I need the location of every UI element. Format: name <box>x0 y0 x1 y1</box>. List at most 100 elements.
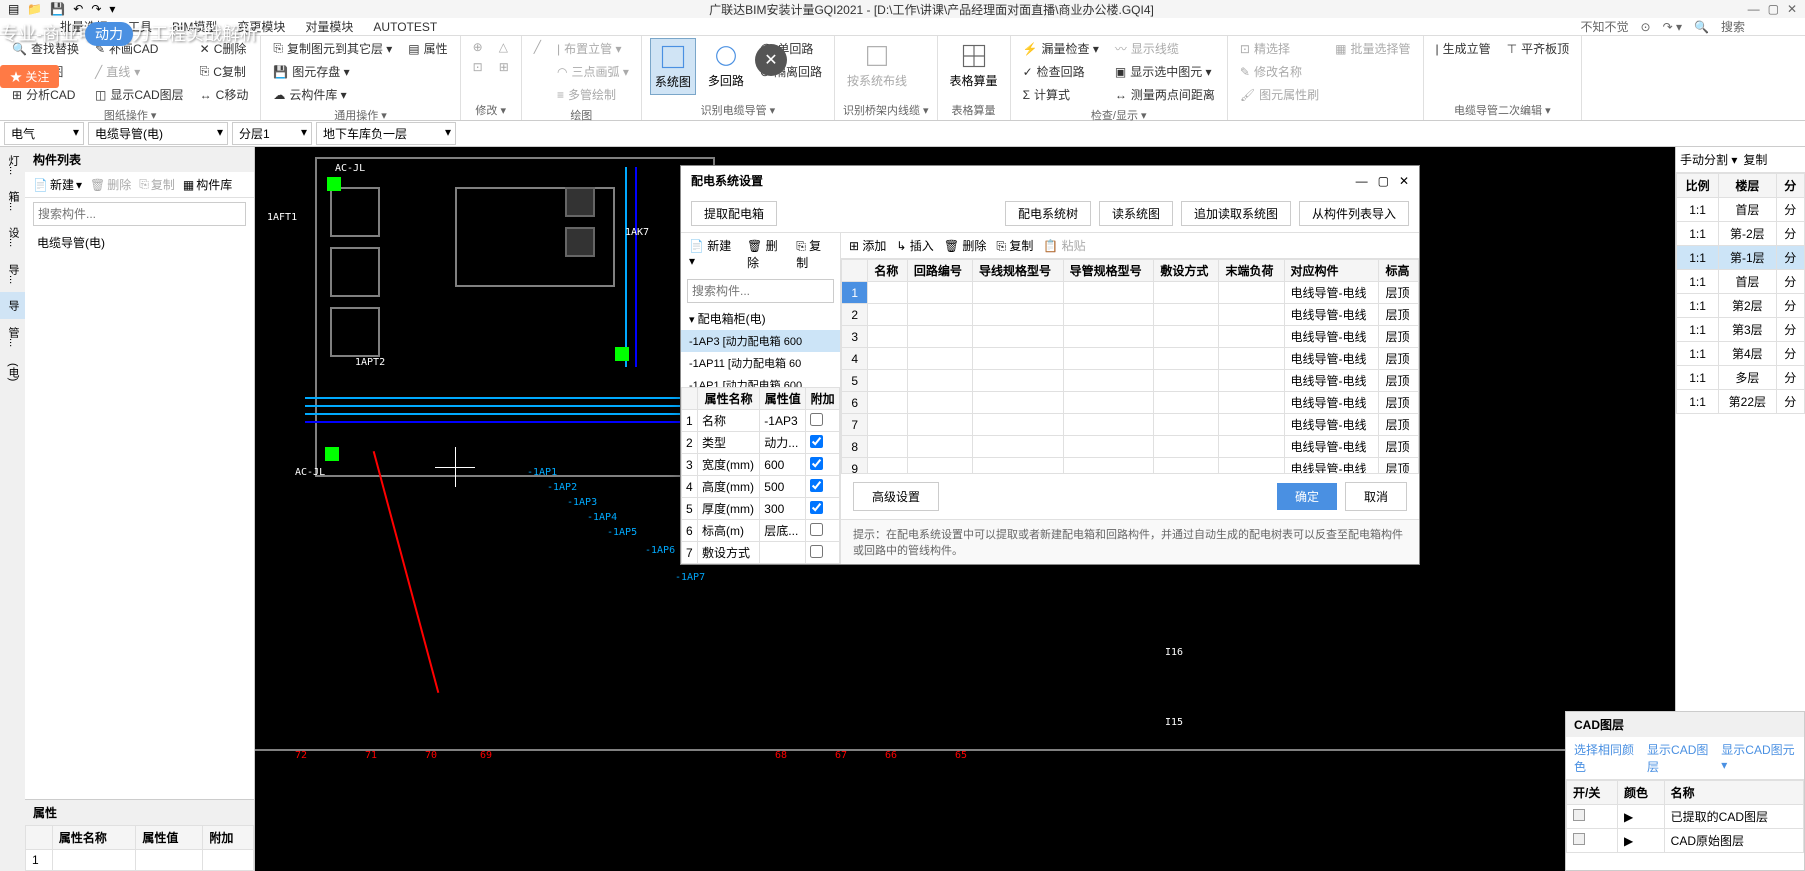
graph-attr-button[interactable]: 🖌 图元属性刷 <box>1236 84 1323 105</box>
attention-button[interactable]: ★ 关注 <box>0 65 59 88</box>
open-icon[interactable]: 📁 <box>27 2 42 16</box>
grid-row[interactable]: 3电线导管-电线层顶 <box>842 326 1419 348</box>
mod-btn-2[interactable]: ⊡ <box>469 58 487 76</box>
discipline-dropdown[interactable]: 电气 <box>4 122 84 145</box>
calc-button[interactable]: Σ 计算式 <box>1019 84 1103 105</box>
prop-row[interactable]: 7敷设方式 <box>682 542 840 564</box>
grid-row[interactable]: 8电线导管-电线层顶 <box>842 436 1419 458</box>
prop-checkbox[interactable] <box>810 435 823 448</box>
layer-row-0[interactable]: ▶ 已提取的CAD图层 <box>1567 805 1804 829</box>
arrow-icon[interactable]: ↷ ▾ <box>1663 20 1682 34</box>
extract-box-button[interactable]: 提取配电箱 <box>691 201 777 226</box>
rg-label-bridge[interactable]: 识别桥架内线缆 ▾ <box>843 100 929 118</box>
batch-select-button[interactable]: ▦ 批量选择管 <box>1331 38 1414 59</box>
rg-label-identify[interactable]: 识别电缆导管 ▾ <box>650 100 826 118</box>
grid-row[interactable]: 9电线导管-电线层顶 <box>842 458 1419 474</box>
rg-label-table[interactable]: 表格算量 <box>946 100 1002 118</box>
component-tree-item-0[interactable]: 电缆导管(电) <box>25 230 254 255</box>
ok-button[interactable]: 确定 <box>1277 483 1337 510</box>
show-cad-element-link[interactable]: 显示CAD图元 ▾ <box>1721 741 1796 775</box>
dialog-maximize-icon[interactable]: ▢ <box>1378 174 1389 188</box>
prop-row[interactable]: 1名称-1AP3 <box>682 410 840 432</box>
floor-row[interactable]: 1:1第-1层分 <box>1677 246 1805 270</box>
paste-row-button[interactable]: 📋 粘贴 <box>1043 237 1085 254</box>
help-icon[interactable]: ⊙ <box>1641 20 1651 34</box>
floor-row[interactable]: 1:1第3层分 <box>1677 318 1805 342</box>
close-icon[interactable]: ✕ <box>1787 2 1797 16</box>
rg-label-check[interactable]: 检查/显示 ▾ <box>1019 105 1219 123</box>
grid-row[interactable]: 2电线导管-电线层顶 <box>842 304 1419 326</box>
floor-row[interactable]: 1:1第22层分 <box>1677 390 1805 414</box>
c-move-button[interactable]: ↔ C移动 <box>196 84 253 105</box>
layer-toggle-icon[interactable] <box>1573 809 1585 821</box>
component-dropdown[interactable]: 电缆导管(电) <box>88 122 228 145</box>
dlg-new-button[interactable]: 📄 新建 ▾ <box>689 237 739 271</box>
dialog-minimize-icon[interactable]: — <box>1356 174 1368 188</box>
from-lib-button[interactable]: 从构件列表导入 <box>1299 201 1409 226</box>
show-select-button[interactable]: 〰 显示线缆 <box>1111 38 1219 59</box>
floor-row[interactable]: 1:1第2层分 <box>1677 294 1805 318</box>
by-system-button[interactable]: 按系统布线 <box>843 38 911 93</box>
tree-item-2[interactable]: -1AP1 [动力配电箱 600 <box>681 374 840 387</box>
floor-copy-button[interactable]: 复制 <box>1743 151 1767 168</box>
rg-label-secondary[interactable]: 电缆导管二次编辑 ▾ <box>1432 100 1574 118</box>
floor-row[interactable]: 1:1多层分 <box>1677 366 1805 390</box>
dist-tree-button[interactable]: 配电系统树 <box>1005 201 1091 226</box>
grid-row[interactable]: 6电线导管-电线层顶 <box>842 392 1419 414</box>
save-icon[interactable]: 💾 <box>50 2 65 16</box>
layer-toggle-icon[interactable] <box>1573 833 1585 845</box>
rg-label-draw[interactable]: 绘图 <box>530 105 633 123</box>
multi-circuit-button[interactable]: 多回路 <box>704 38 748 93</box>
undo-icon[interactable]: ↶ <box>73 2 83 16</box>
tree-root[interactable]: ▾ 配电箱柜(电) <box>681 307 840 330</box>
gen-vertical-button[interactable]: | 生成立管 <box>1432 38 1495 59</box>
measure-dist-button[interactable]: ↔ 测量两点间距离 <box>1111 84 1219 105</box>
cancel-button[interactable]: 取消 <box>1345 482 1407 511</box>
minimize-icon[interactable]: — <box>1748 2 1760 16</box>
prop-row-1[interactable]: 1 <box>26 850 254 871</box>
grid-row[interactable]: 7电线导管-电线层顶 <box>842 414 1419 436</box>
tree-item-1[interactable]: -1AP11 [动力配电箱 60 <box>681 352 840 374</box>
read-diagram-button[interactable]: 读系统图 <box>1099 201 1173 226</box>
sidebar-item-1[interactable]: 箱... <box>0 183 25 219</box>
prop-row[interactable]: 6标高(m)层底... <box>682 520 840 542</box>
setup-pipe-button[interactable]: | 布置立管 ▾ <box>553 38 633 59</box>
dialog-close-icon[interactable]: ✕ <box>1399 174 1409 188</box>
rg-label-modify[interactable]: 修改 ▾ <box>469 100 513 118</box>
new-component-button[interactable]: 📄 新建 ▾ <box>33 176 82 193</box>
dlg-copy-button[interactable]: ⎘ 复制 <box>796 237 832 271</box>
search-label[interactable]: 搜索 <box>1721 18 1745 35</box>
modify-name-button[interactable]: ✎ 修改名称 <box>1236 61 1323 82</box>
sidebar-item-2[interactable]: 设... <box>0 219 25 255</box>
c-copy-button[interactable]: ⎘ C复制 <box>196 61 253 82</box>
floor-row[interactable]: 1:1第4层分 <box>1677 342 1805 366</box>
draw-btn-line[interactable]: ╱ <box>530 38 545 56</box>
close-overlay-icon[interactable]: ✕ <box>755 44 787 76</box>
menu-compare[interactable]: 对量模块 <box>305 18 353 35</box>
grid-row[interactable]: 4电线导管-电线层顶 <box>842 348 1419 370</box>
show-cad-layer-button[interactable]: ◫ 显示CAD图层 <box>91 84 188 105</box>
maximize-icon[interactable]: ▢ <box>1768 2 1779 16</box>
sidebar-item-3[interactable]: 导... <box>0 256 25 292</box>
mod-btn-3[interactable]: △ <box>495 38 513 56</box>
check-circuit-button[interactable]: ✓ 检查回路 <box>1019 61 1103 82</box>
dialog-search-input[interactable] <box>687 279 834 303</box>
prop-checkbox[interactable] <box>810 457 823 470</box>
layer-row-1[interactable]: ▶ CAD原始图层 <box>1567 829 1804 853</box>
mod-btn-1[interactable]: ⊕ <box>469 38 487 56</box>
leak-check-button[interactable]: ⚡ 漏量检查 ▾ <box>1019 38 1103 59</box>
cloud-lib-button[interactable]: ☁ 云构件库 ▾ <box>269 84 396 105</box>
display-select-button[interactable]: ▣ 显示选中图元 ▾ <box>1111 61 1219 82</box>
rg-label-common[interactable]: 通用操作 ▾ <box>269 105 451 123</box>
advanced-settings-button[interactable]: 高级设置 <box>853 482 939 511</box>
subfloor-dropdown[interactable]: 分层1 <box>232 122 312 145</box>
copy-row-button[interactable]: ⎘ 复制 <box>996 237 1033 254</box>
attr-button[interactable]: ▤ 属性 <box>404 38 451 59</box>
rg-label-drawing[interactable]: 图纸操作 ▾ <box>8 105 252 123</box>
sidebar-item-6[interactable]: (电) <box>0 355 25 389</box>
delete-row-button[interactable]: 🗑 删除 <box>944 237 987 254</box>
prop-checkbox[interactable] <box>810 523 823 536</box>
delete-component-button[interactable]: 🗑 删除 <box>90 176 131 193</box>
redo-icon[interactable]: ↷ <box>91 2 101 16</box>
floor-dropdown[interactable]: 地下车库负一层 <box>316 122 456 145</box>
